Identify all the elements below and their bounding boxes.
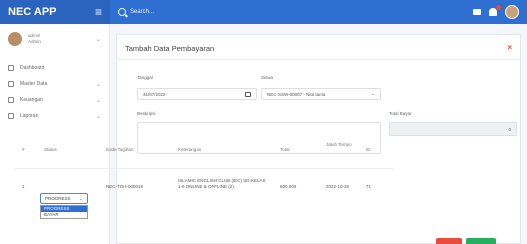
message-icon[interactable] bbox=[473, 9, 481, 15]
col-id: ID bbox=[366, 147, 371, 152]
user-avatar[interactable] bbox=[505, 5, 519, 19]
payment-form-card: Tambah Data Pembayaran × Tanggal 31/07/2… bbox=[116, 34, 521, 244]
chevron-down-icon: ⌄ bbox=[78, 195, 83, 202]
bell-icon[interactable] bbox=[489, 5, 501, 16]
siswa-select[interactable]: NEC-SSW-00007 - Nita tama ⌄ bbox=[261, 88, 381, 100]
search-icon bbox=[118, 8, 126, 16]
cell-no: 1 bbox=[22, 184, 25, 189]
search-input[interactable]: Search... bbox=[130, 9, 154, 15]
chevron-down-icon: ⌄ bbox=[95, 97, 101, 104]
sidebar-item-keuangan[interactable]: Keuangan ⌄ bbox=[0, 92, 109, 108]
user-role: Admin bbox=[28, 39, 41, 44]
chevron-down-icon[interactable]: ⌄ bbox=[96, 36, 101, 43]
total-bayar-value: 0 bbox=[508, 126, 511, 132]
sidebar-item-label: Master Data bbox=[20, 81, 48, 87]
col-keterangan: Keterangan bbox=[178, 147, 202, 152]
sidebar-item-label: Dashboard bbox=[20, 65, 45, 71]
chevron-down-icon: ⌄ bbox=[370, 91, 375, 97]
total-bayar-label: Total Bayar bbox=[389, 111, 412, 116]
chevron-down-icon: ⌄ bbox=[95, 81, 101, 88]
notification-badge bbox=[496, 5, 501, 10]
col-total: Total bbox=[280, 147, 290, 152]
search-box[interactable]: Search... bbox=[118, 8, 154, 16]
tanggal-field[interactable]: 31/07/2022 bbox=[137, 88, 257, 100]
status-value: PROGRESS bbox=[45, 196, 71, 201]
tanggal-label: Tanggal bbox=[137, 75, 153, 80]
row-divider bbox=[14, 168, 394, 169]
col-jatuh-tempo: Jatuh Tempo bbox=[326, 142, 352, 147]
home-icon bbox=[8, 65, 14, 71]
wallet-icon bbox=[8, 97, 14, 103]
divider bbox=[117, 59, 520, 60]
col-status: Status bbox=[44, 147, 57, 152]
page-title: Tambah Data Pembayaran bbox=[125, 44, 215, 53]
close-icon[interactable]: × bbox=[507, 43, 512, 52]
sidebar-item-laporan[interactable]: Laporan ⌄ bbox=[0, 108, 109, 124]
col-no: # bbox=[22, 147, 25, 152]
total-bayar-field: 0 bbox=[389, 122, 517, 136]
top-navbar: NEC APP ≡ Search... bbox=[0, 0, 527, 24]
sidebar-user[interactable]: admin Admin ⌄ bbox=[0, 24, 109, 54]
col-kode: Kode Tagihan bbox=[106, 147, 134, 152]
brand-title: NEC APP bbox=[8, 6, 57, 18]
chevron-down-icon: ⌄ bbox=[95, 113, 101, 120]
siswa-label: Siswa bbox=[261, 75, 274, 80]
siswa-value: NEC-SSW-00007 - Nita tama bbox=[267, 91, 326, 97]
cancel-button[interactable] bbox=[436, 238, 462, 244]
sidebar-item-dashboard[interactable]: Dashboard bbox=[0, 60, 109, 76]
save-button[interactable] bbox=[466, 238, 496, 244]
calendar-icon[interactable] bbox=[245, 91, 251, 97]
table-header: # Status Kode Tagihan Keterangan Total J… bbox=[14, 140, 394, 162]
status-dropdown: PROGRESS BAYAR bbox=[40, 205, 88, 219]
avatar bbox=[8, 32, 22, 46]
sidebar-item-label: Laporan bbox=[20, 113, 39, 119]
cell-jatuh-tempo: 2022-10-26 bbox=[326, 184, 350, 189]
cell-kode: NEC-TGH-000016 bbox=[106, 184, 144, 189]
deskripsi-label: Deskripsi bbox=[137, 111, 156, 116]
sidebar-item-master-data[interactable]: Master Data ⌄ bbox=[0, 76, 109, 92]
cell-keterangan: ISLAMIC ENGLISH CLUB (IEC) SD-KELAS 1-6 … bbox=[178, 178, 266, 189]
sidebar-item-label: Keuangan bbox=[20, 97, 43, 103]
menu-toggle-icon[interactable]: ≡ bbox=[95, 5, 102, 19]
status-select[interactable]: PROGRESS ⌄ bbox=[40, 193, 88, 204]
report-icon bbox=[8, 113, 14, 119]
cell-id: 71 bbox=[366, 184, 372, 189]
tanggal-value: 31/07/2022 bbox=[143, 91, 166, 97]
brand[interactable]: NEC APP ≡ bbox=[0, 0, 110, 24]
status-option-bayar[interactable]: BAYAR bbox=[41, 212, 87, 218]
cell-total: 600.000 bbox=[280, 184, 297, 189]
database-icon bbox=[8, 81, 14, 87]
